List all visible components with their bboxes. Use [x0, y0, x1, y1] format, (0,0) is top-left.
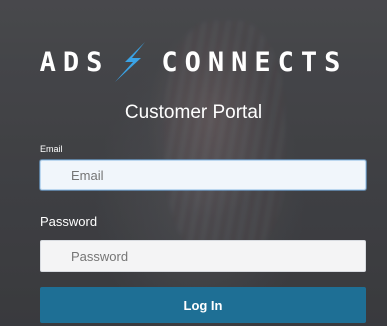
- lightning-bolt-icon: [111, 40, 151, 84]
- email-label: Email: [40, 144, 63, 154]
- brand-logo-left-text: ADS: [39, 46, 110, 78]
- page-title: Customer Portal: [124, 102, 263, 123]
- brand-logo-right-text: CONNECTS: [161, 46, 348, 78]
- email-field[interactable]: [40, 160, 366, 190]
- password-label: Password: [40, 214, 98, 229]
- password-field[interactable]: [40, 240, 366, 272]
- brand-logo: ADS CONNECTS: [0, 40, 387, 84]
- login-button[interactable]: Log In: [40, 287, 366, 323]
